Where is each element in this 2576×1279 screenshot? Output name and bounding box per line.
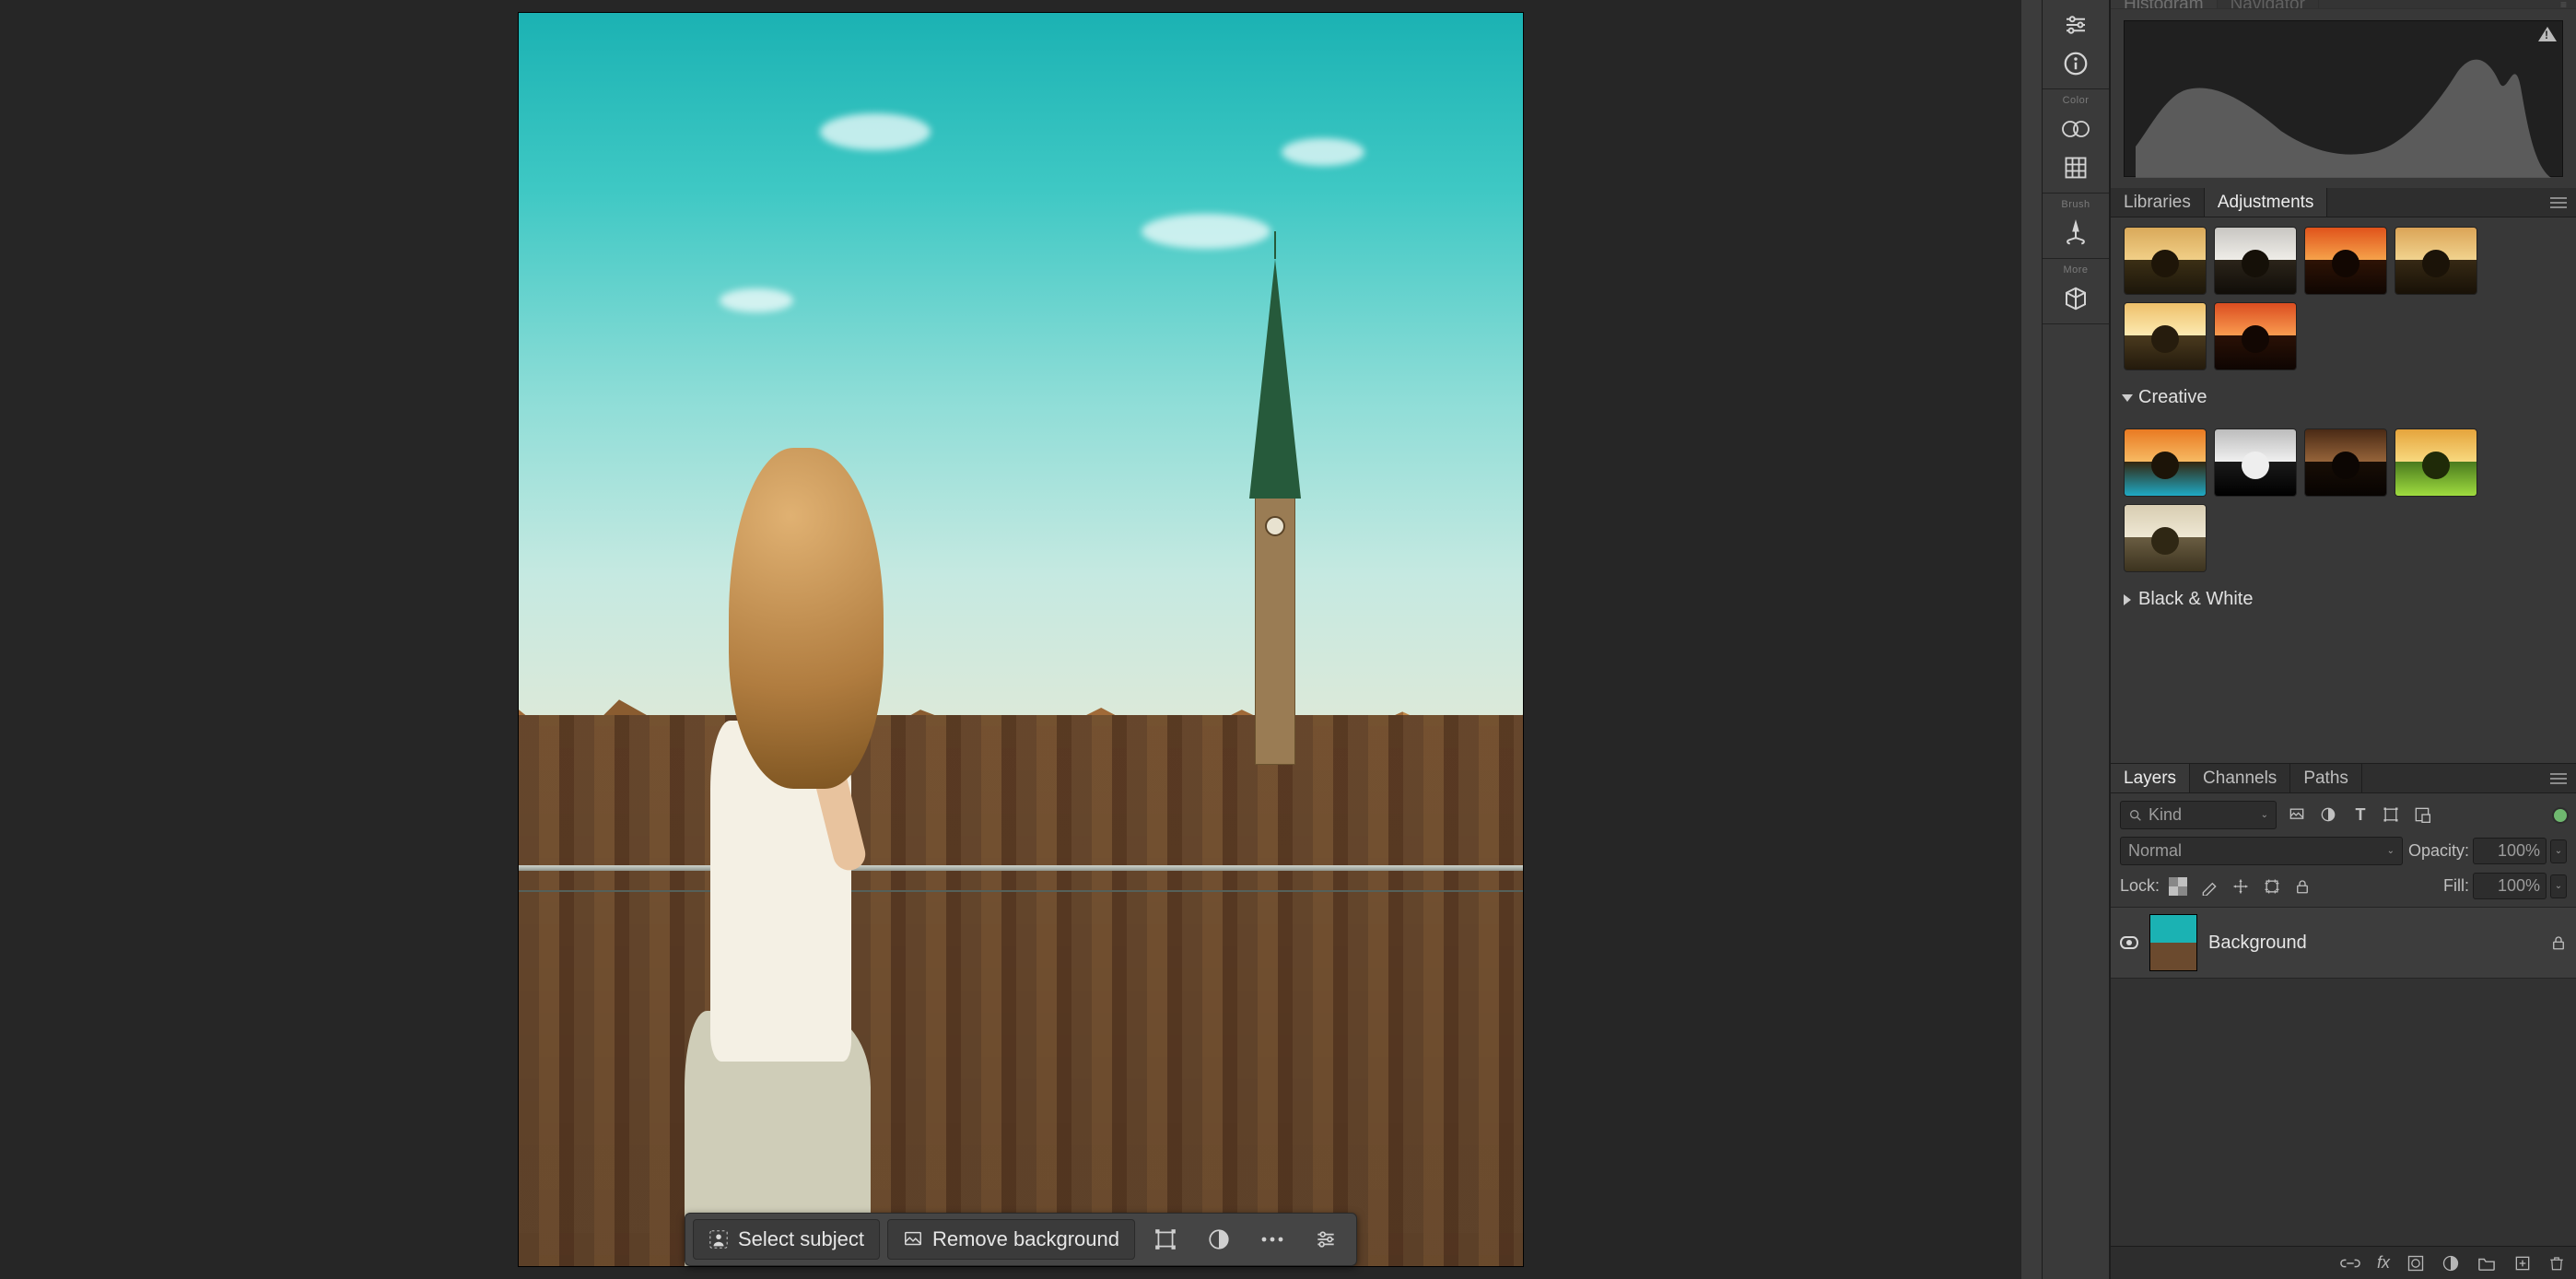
section-toggle-creative[interactable]: Creative	[2111, 376, 2576, 419]
layer-row[interactable]: Background	[2111, 907, 2576, 979]
tab-navigator[interactable]: Navigator	[2218, 0, 2319, 8]
chevron-right-icon	[2124, 594, 2131, 605]
right-panel-column: Histogram Navigator ≡ Libraries Adjustme…	[2110, 0, 2576, 1279]
layer-filter-icons: T	[2288, 805, 2433, 825]
image-remove-icon	[903, 1229, 923, 1250]
properties-icon-button[interactable]	[1303, 1220, 1349, 1259]
preset-thumb[interactable]	[2304, 428, 2387, 497]
new-layer-icon[interactable]	[2513, 1254, 2532, 1273]
color-group-label: Color	[2043, 95, 2109, 110]
preset-thumb[interactable]	[2124, 428, 2207, 497]
chevron-down-icon: ⌄	[2387, 846, 2395, 856]
opacity-label: Opacity:	[2408, 841, 2469, 861]
remove-background-button[interactable]: Remove background	[887, 1219, 1135, 1260]
tab-histogram[interactable]: Histogram	[2111, 0, 2218, 8]
lock-pixels-icon[interactable]	[2200, 877, 2219, 896]
filter-shape-icon[interactable]	[2382, 805, 2402, 825]
brush-group-label: Brush	[2043, 199, 2109, 214]
new-adjustment-layer-icon[interactable]	[2441, 1254, 2460, 1273]
section-label-bw: Black & White	[2138, 589, 2253, 610]
tab-paths[interactable]: Paths	[2290, 764, 2362, 792]
info-panel-icon[interactable]	[2043, 44, 2109, 83]
histogram-panel-menu-icon[interactable]: ≡	[2551, 0, 2576, 9]
preset-thumb[interactable]	[2124, 227, 2207, 295]
grid-panel-icon[interactable]	[2043, 148, 2109, 187]
preset-thumb[interactable]	[2214, 227, 2297, 295]
layer-filter-kind-select[interactable]: Kind ⌄	[2120, 801, 2277, 829]
preset-thumb[interactable]	[2124, 302, 2207, 370]
remove-background-label: Remove background	[932, 1227, 1119, 1251]
select-subject-button[interactable]: Select subject	[693, 1219, 880, 1260]
contextual-task-bar: Select subject Remove background	[685, 1213, 1357, 1266]
select-subject-label: Select subject	[738, 1227, 864, 1251]
preset-thumb[interactable]	[2214, 428, 2297, 497]
histogram-display[interactable]	[2124, 20, 2563, 177]
opacity-stepper[interactable]: ⌄	[2550, 839, 2567, 863]
fill-label: Fill:	[2443, 876, 2469, 896]
blend-mode-value: Normal	[2128, 841, 2182, 861]
fill-stepper[interactable]: ⌄	[2550, 874, 2567, 898]
lock-label: Lock:	[2120, 876, 2160, 896]
layers-panel-tabs: Layers Channels Paths	[2111, 764, 2576, 793]
tab-channels[interactable]: Channels	[2190, 764, 2290, 792]
person-icon	[708, 1229, 729, 1250]
kind-label: Kind	[2149, 805, 2182, 825]
adjustment-icon-button[interactable]	[1196, 1220, 1242, 1259]
tab-layers[interactable]: Layers	[2111, 764, 2190, 792]
section-toggle-bw[interactable]: Black & White	[2111, 578, 2576, 621]
delete-layer-icon[interactable]	[2548, 1254, 2565, 1273]
collapsed-panel-dock: Color Brush More	[2042, 0, 2110, 1279]
opacity-input[interactable]: 100%	[2473, 838, 2547, 864]
adjustment-presets-creative	[2111, 419, 2576, 578]
fill-input[interactable]: 100%	[2473, 873, 2547, 899]
layer-style-icon[interactable]: fx	[2377, 1253, 2390, 1273]
layer-visibility-toggle[interactable]	[2120, 936, 2138, 949]
blend-mode-select[interactable]: Normal ⌄	[2120, 837, 2403, 865]
new-group-icon[interactable]	[2476, 1255, 2497, 1272]
filter-pixel-icon[interactable]	[2288, 805, 2308, 825]
filter-adjustment-icon[interactable]	[2319, 805, 2339, 825]
filter-toggle-switch[interactable]	[2554, 809, 2567, 822]
lock-artboard-icon[interactable]	[2263, 877, 2281, 896]
layer-thumbnail[interactable]	[2149, 914, 2197, 971]
histogram-panel-tabs: Histogram Navigator ≡	[2111, 0, 2576, 9]
properties-panel-icon[interactable]	[2043, 6, 2109, 44]
filter-smart-icon[interactable]	[2413, 805, 2433, 825]
swatches-panel-icon[interactable]	[2043, 110, 2109, 148]
layers-panel-menu-icon[interactable]	[2541, 772, 2576, 785]
preset-thumb[interactable]	[2214, 302, 2297, 370]
preset-thumb[interactable]	[2395, 227, 2477, 295]
layer-list[interactable]: Background	[2111, 907, 2576, 1246]
adjustments-panel-tabs: Libraries Adjustments	[2111, 188, 2576, 217]
canvas-scrollbar[interactable]	[2021, 0, 2042, 1279]
layers-footer-buttons: fx	[2111, 1246, 2576, 1279]
lock-position-icon[interactable]	[2231, 877, 2250, 896]
lock-all-icon[interactable]	[2294, 877, 2311, 896]
search-icon	[2128, 808, 2143, 823]
more-group-label: More	[2043, 264, 2109, 279]
layer-name[interactable]: Background	[2208, 933, 2307, 954]
preset-thumb[interactable]	[2395, 428, 2477, 497]
adjustment-presets-landscape	[2111, 217, 2576, 376]
3d-panel-icon[interactable]	[2043, 279, 2109, 318]
layer-mask-icon[interactable]	[2406, 1254, 2425, 1273]
link-layers-icon[interactable]	[2340, 1256, 2360, 1271]
section-label-creative: Creative	[2138, 387, 2207, 408]
tab-libraries[interactable]: Libraries	[2111, 188, 2205, 217]
layer-locked-icon[interactable]	[2550, 933, 2567, 952]
chevron-down-icon	[2122, 394, 2133, 402]
document-canvas-area: Select subject Remove background	[0, 0, 2042, 1279]
clone-source-panel-icon[interactable]	[2043, 214, 2109, 252]
layers-panel: Layers Channels Paths Kind ⌄	[2111, 763, 2576, 1279]
chevron-down-icon: ⌄	[2261, 810, 2268, 820]
lock-transparent-icon[interactable]	[2169, 877, 2187, 896]
tab-adjustments[interactable]: Adjustments	[2205, 188, 2328, 217]
preset-thumb[interactable]	[2304, 227, 2387, 295]
preset-thumb[interactable]	[2124, 504, 2207, 572]
filter-type-icon[interactable]: T	[2350, 805, 2371, 825]
transform-icon-button[interactable]	[1142, 1220, 1188, 1259]
more-icon-button[interactable]	[1249, 1220, 1295, 1259]
document-canvas[interactable]	[519, 13, 1523, 1266]
adjustments-panel-menu-icon[interactable]	[2541, 196, 2576, 209]
